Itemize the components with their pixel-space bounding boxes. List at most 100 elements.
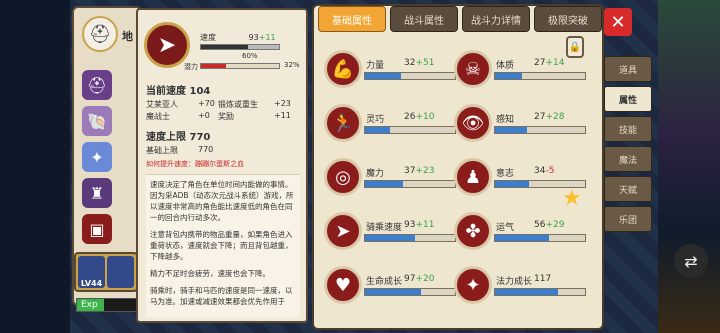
close-button[interactable]: ✕ [604,8,632,36]
attribute-bar-fill [495,73,522,79]
right-map-area [658,0,720,333]
attribute-row[interactable]: 👁 感知 27+28 [454,104,589,146]
side-menu: 道具 属性 技能 魔法 天赋 乐团 [604,56,656,236]
attribute-row[interactable]: ✦ 法力成长 117 [454,266,589,308]
attribute-name: 运气 [496,223,515,233]
side-item-talents[interactable]: 天赋 [604,176,652,202]
exp-label: Exp [81,300,98,310]
attribute-row[interactable]: 💪 力量 32+51 [324,50,459,92]
attribute-bar [364,180,456,188]
attribute-value: 37+23 [404,166,435,176]
attribute-name: 体质 [496,61,515,71]
equipment-slot-wing[interactable]: ✦ [82,142,112,172]
tooltip-pct: 60% [242,52,258,60]
attribute-row[interactable]: ➤ 骑乘速度 93+11 [324,212,459,254]
pet-tab: LV44 [74,252,138,292]
attribute-value: 97+20 [404,274,435,284]
attribute-bar [494,126,586,134]
attribute-row[interactable]: ☠ 体质 27+14 [454,50,589,92]
equipment-slot-shell[interactable]: 🐚 [82,106,112,136]
swap-icon[interactable]: ⇄ [674,244,708,278]
attribute-value: 27+14 [534,58,565,68]
side-item-magic[interactable]: 魔法 [604,146,652,172]
attribute-name: 骑乘速度 [366,223,403,233]
attribute-value: 27+28 [534,112,565,122]
eye-icon: 👁 [454,104,492,142]
attribute-name: 魔力 [366,169,385,179]
equipment-slot-chest[interactable]: ▣ [82,214,112,244]
tab-combat-attributes[interactable]: 战斗属性 [390,6,458,32]
tooltip-potential-pct: 32% [284,61,300,69]
attribute-name: 灵巧 [366,115,385,125]
attribute-value: 32+51 [404,58,435,68]
speed-icon: ➤ [324,212,362,250]
attribute-name: 力量 [366,61,385,71]
side-item-band[interactable]: 乐团 [604,206,652,232]
attribute-bar-fill [495,235,549,241]
magic-icon: ✦ [454,266,492,304]
equipment-slot-armor[interactable]: ♜ [82,178,112,208]
attribute-bar [494,288,586,296]
tab-limit-break[interactable]: 极限突破 [534,6,602,32]
heart-icon: ♥ [324,266,362,304]
figure-icon: ♟ [454,158,492,196]
character-name: 地 [122,30,133,43]
attribute-name: 法力成长 [496,277,533,287]
side-item-attributes[interactable]: 属性 [604,86,652,112]
attribute-tabs: 基础属性 战斗属性 战斗力详情 极限突破 [318,6,602,32]
attribute-value: 34-5 [534,166,555,176]
body-icon: ☠ [454,50,492,88]
attribute-row[interactable]: ♥ 生命成长 97+20 [324,266,459,308]
attribute-name: 感知 [496,115,515,125]
attribute-bar-fill [365,127,391,133]
pet-slot-1[interactable]: LV44 [78,256,105,288]
attribute-name: 意志 [496,169,515,179]
attribute-value: 117 [534,274,552,284]
speed-limit-section: 速度上限 770 基础上限 770 如何提升速度：蹦蹦尔蛋斯之血 [146,128,300,169]
tooltip-bonus: +11 [258,33,276,42]
tab-combat-power-details[interactable]: 战斗力详情 [462,6,530,32]
attribute-bar [494,72,586,80]
left-strip [0,0,70,333]
attribute-bar-fill [365,289,421,295]
tooltip-value: 93 [248,33,259,42]
attribute-bar-fill [495,181,530,187]
pet-slot-2[interactable] [107,256,134,288]
attribute-value: 93+11 [404,220,435,230]
attribute-bar [364,234,456,242]
tooltip-description: 速度决定了角色在单位时间内能做的事情。因为采ADB（动态次元战斗系统）游戏，所以… [146,174,300,317]
attribute-bar-fill [365,73,401,79]
speed-tooltip: ➤ 速度 93+11 60% 潜力 32% 当前速度 104 艾莱亚人 +70 锻… [136,8,308,323]
tooltip-title-row: 速度 93+11 [200,32,276,43]
attribute-name: 生命成长 [366,277,403,287]
attribute-row[interactable]: ◎ 魔力 37+23 [324,158,459,200]
tooltip-potential-bar [200,63,280,69]
attribute-bar-fill [365,235,415,241]
attribute-bar [364,288,456,296]
helmet-icon: ⛑ [82,16,118,52]
attribute-bar [494,234,586,242]
runner-icon: 🏃 [324,104,362,142]
attribute-bar-fill [365,181,403,187]
attribute-value: 26+10 [404,112,435,122]
current-speed-section: 当前速度 104 艾莱亚人 +70 锻炼或重生 +23 魔战士 +0 奖励 +11 [146,86,291,121]
arm-icon: 💪 [324,50,362,88]
clover-icon: ✤ [454,212,492,250]
tab-basic-attributes[interactable]: 基础属性 [318,6,386,32]
tooltip-title: 速度 [200,33,216,42]
attribute-value: 56+29 [534,220,565,230]
tooltip-value-bar [200,44,280,50]
attribute-bar [364,126,456,134]
attribute-row[interactable]: ✤ 运气 56+29 [454,212,589,254]
star-icon[interactable]: ★ [562,186,582,211]
attribute-bar-fill [495,289,558,295]
swirl-icon: ◎ [324,158,362,196]
side-item-items[interactable]: 道具 [604,56,652,82]
side-item-skills[interactable]: 技能 [604,116,652,142]
tooltip-hint: 如何提升速度：蹦蹦尔蛋斯之血 [146,160,244,168]
attribute-row[interactable]: 🏃 灵巧 26+10 [324,104,459,146]
equipment-slot-helmet[interactable]: ⛑ [82,70,112,100]
attribute-bar [364,72,456,80]
attribute-bar-fill [495,127,528,133]
tooltip-potential-label: 潜力 [184,63,198,71]
